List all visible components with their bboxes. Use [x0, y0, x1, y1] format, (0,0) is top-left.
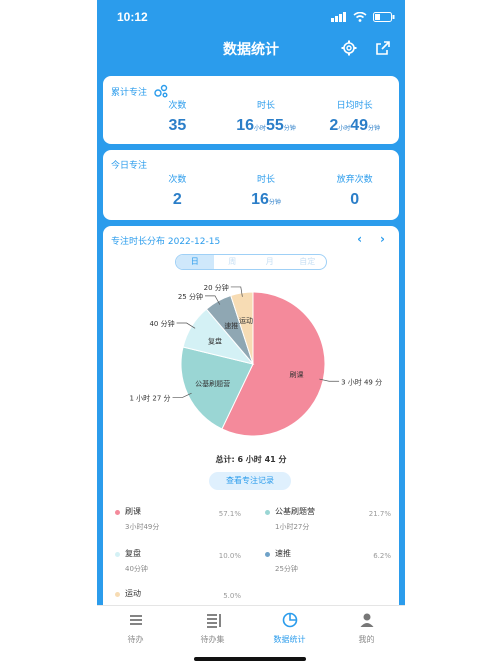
stat-duration: 时长 16小时55分钟: [222, 98, 311, 135]
today-label-abandon: 放弃次数: [336, 175, 373, 185]
tab-statistics-label: 数据统计: [273, 635, 306, 644]
slice-name-label: 公基刷题营: [195, 379, 230, 388]
legend-dot: [265, 552, 270, 557]
legend-duration: 25分钟: [275, 565, 298, 573]
title-bar: 数据统计: [97, 34, 405, 64]
slice-name-label: 运动: [239, 316, 253, 325]
bubbles-icon: [154, 84, 168, 98]
stat-label-count: 次数: [168, 101, 187, 111]
stat-label-duration: 时长: [257, 101, 276, 111]
total-duration: 总计: 6 小时 41 分: [215, 455, 287, 464]
list-icon: [129, 615, 142, 625]
signal-icon: [331, 12, 346, 22]
today-abandon: 放弃次数 0: [310, 172, 399, 209]
today-count: 次数 2: [133, 172, 222, 209]
tab-custom[interactable]: 自定: [289, 255, 327, 269]
today-value-duration: 16: [251, 191, 269, 208]
legend-percent: 10.0%: [218, 552, 241, 560]
slice-value-label: 20 分钟: [204, 283, 229, 292]
slice-name-label: 刷课: [290, 370, 304, 379]
legend-duration: 40分钟: [125, 565, 148, 573]
legend-name: 速推: [275, 549, 291, 558]
slice-value-label: 3 小时 49 分: [341, 377, 382, 386]
cumulative-focus-card: 累计专注 次数 35 时长 16小时55分钟 日均时长 2小时49分钟: [103, 76, 399, 144]
today-duration: 时长 16分钟: [222, 172, 311, 209]
prev-date-chevron-left-icon[interactable]: ‹: [357, 232, 362, 246]
settings-gear-icon[interactable]: [341, 40, 357, 56]
tab-day[interactable]: 日: [176, 255, 214, 269]
legend-dot: [115, 592, 120, 597]
legend-percent: 5.0%: [223, 592, 241, 600]
stat-average-hours: 2: [329, 117, 339, 134]
slice-name-label: 速推: [224, 321, 238, 330]
today-value-abandon: 0: [350, 191, 360, 208]
stat-value-count: 35: [168, 117, 187, 134]
unit-minutes: 分钟: [368, 126, 381, 132]
legend-percent: 6.2%: [373, 552, 391, 560]
stat-average-minutes: 49: [350, 117, 369, 134]
slice-name-label: 复盘: [208, 337, 222, 346]
legend-dot: [265, 510, 270, 515]
today-label-duration: 时长: [257, 175, 276, 185]
unit-hours: 小时: [338, 126, 351, 132]
pie-chart-icon: [282, 612, 297, 628]
unit-hours: 小时: [253, 126, 266, 132]
legend-name: 刷课: [125, 507, 141, 516]
share-export-icon[interactable]: [375, 40, 391, 56]
cumulative-title: 累计专注: [111, 84, 169, 98]
distribution-card: 专注时长分布 2022-12-15 ‹ › 日 周 月 自定 刷课 3 小时 49…: [103, 226, 399, 606]
legend-name: 运动: [125, 589, 141, 598]
tab-profile[interactable]: 我的: [328, 606, 405, 667]
tab-todo[interactable]: 待办: [97, 606, 174, 667]
collection-list-icon: [206, 614, 221, 628]
legend-percent: 21.7%: [368, 510, 391, 518]
status-bar: 10:12: [97, 0, 405, 34]
stat-label-average: 日均时长: [336, 101, 373, 111]
unit-minutes: 分钟: [268, 200, 281, 206]
person-icon: [360, 613, 373, 627]
tab-todo-collection-label: 待办集: [200, 635, 225, 644]
status-icons: [331, 12, 395, 22]
legend-percent: 57.1%: [218, 510, 241, 518]
legend-dot: [115, 510, 120, 515]
battery-icon: [373, 12, 395, 22]
today-title: 今日专注: [111, 161, 148, 171]
app-screen: 10:12 数据统计 累计专注 次数 35 时长 16小时55分钟 日均时长 2…: [97, 0, 405, 667]
tab-week[interactable]: 周: [214, 255, 252, 269]
tab-todo-label: 待办: [127, 635, 144, 644]
legend-dot: [115, 552, 120, 557]
today-label-count: 次数: [168, 175, 187, 185]
tab-month[interactable]: 月: [251, 255, 289, 269]
page-title: 数据统计: [223, 42, 279, 58]
distribution-title: 专注时长分布 2022-12-15: [111, 237, 221, 247]
status-time: 10:12: [117, 10, 148, 24]
stat-count: 次数 35: [133, 98, 222, 135]
stat-duration-minutes: 55: [266, 117, 284, 134]
wifi-icon: [353, 12, 367, 22]
legend-duration: 3小时49分: [125, 523, 160, 531]
tab-profile-label: 我的: [358, 635, 375, 644]
home-indicator: [194, 657, 306, 661]
today-value-count: 2: [172, 191, 182, 208]
stat-duration-hours: 16: [236, 117, 254, 134]
slice-value-label: 40 分钟: [149, 319, 174, 328]
unit-minutes: 分钟: [283, 126, 296, 132]
slice-value-label: 25 分钟: [178, 292, 203, 301]
pie-chart: 刷课 3 小时 49 分 公基刷题营 1 小时 27 分 复盘 40 分钟 速推 25 分钟运…: [129, 283, 382, 437]
today-focus-card: 今日专注 次数 2 时长 16分钟 放弃次数 0: [103, 150, 399, 220]
stat-daily-average: 日均时长 2小时49分钟: [310, 98, 399, 135]
legend-name: 复盘: [125, 549, 141, 558]
next-date-chevron-right-icon[interactable]: ›: [380, 232, 385, 246]
slice-value-label: 1 小时 27 分: [129, 393, 170, 402]
legend-name: 公基刷题营: [275, 507, 315, 516]
period-segmented-control: 日 周 月 自定: [175, 254, 327, 270]
cumulative-title-text: 累计专注: [111, 87, 148, 98]
view-records-button[interactable]: 查看专注记录: [209, 472, 291, 490]
legend-duration: 1小时27分: [275, 523, 310, 531]
